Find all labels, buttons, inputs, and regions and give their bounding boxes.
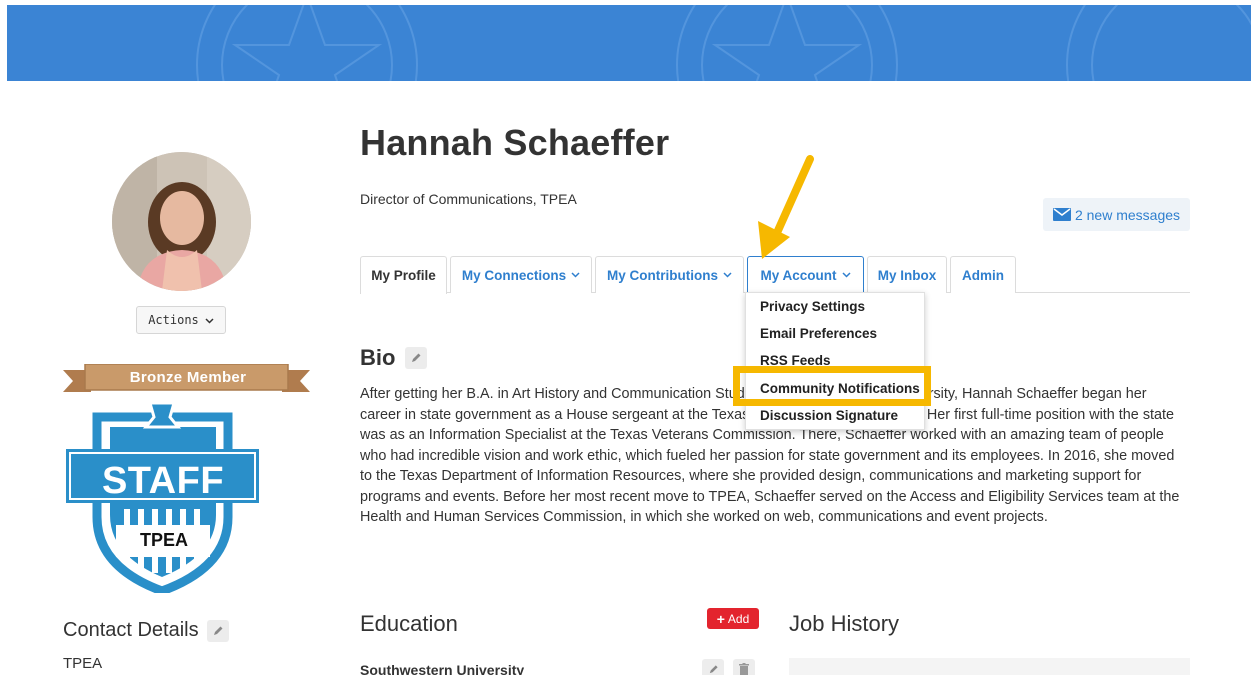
my-account-dropdown-menu: Privacy Settings Email Preferences RSS F… — [745, 292, 925, 430]
actions-dropdown-button[interactable]: Actions — [136, 306, 226, 334]
pencil-icon — [412, 353, 421, 362]
menu-item-community-notifications[interactable]: Community Notifications — [760, 381, 920, 396]
contact-details-heading: Contact Details — [63, 619, 229, 642]
menu-item-email-preferences[interactable]: Email Preferences — [760, 326, 877, 341]
bio-heading: Bio — [360, 345, 428, 371]
membership-badge-label: Bronze Member — [129, 369, 247, 386]
bio-heading-label: Bio — [360, 345, 396, 370]
tab-label: My Contributions — [607, 267, 718, 283]
badge-staff-text: STAFF — [101, 460, 225, 502]
profile-job-title: Director of Communications, TPEA — [360, 191, 577, 207]
job-history-panel — [789, 658, 1190, 675]
chevron-down-icon — [723, 272, 732, 278]
edit-contact-button[interactable] — [206, 619, 229, 642]
new-messages-label: 2 new messages — [1074, 206, 1181, 223]
menu-item-privacy-settings[interactable]: Privacy Settings — [760, 299, 865, 314]
tab-my-connections[interactable]: My Connections — [450, 256, 592, 293]
new-messages-link[interactable]: 2 new messages — [1043, 198, 1190, 231]
actions-label: Actions — [148, 313, 199, 327]
header-banner — [7, 5, 1251, 81]
envelope-icon — [1052, 208, 1071, 221]
delete-education-button[interactable] — [733, 659, 755, 675]
pencil-icon — [213, 626, 223, 635]
tab-label: My Connections — [461, 267, 567, 283]
tab-my-inbox[interactable]: My Inbox — [867, 256, 947, 293]
tab-my-account[interactable]: My Account — [747, 256, 864, 293]
education-school: Southwestern University — [360, 662, 525, 675]
pencil-icon — [709, 664, 718, 673]
menu-item-discussion-signature[interactable]: Discussion Signature — [760, 408, 898, 423]
chevron-down-icon — [205, 313, 214, 327]
trash-icon — [739, 663, 749, 675]
plus-icon: + — [716, 610, 725, 627]
edit-bio-button[interactable] — [405, 347, 428, 369]
tab-label: My Profile — [371, 268, 436, 283]
tab-label: My Inbox — [877, 267, 937, 283]
add-education-button[interactable]: + Add — [707, 608, 759, 629]
badge-org-text: TPEA — [139, 530, 188, 550]
arrow-annotation-icon — [758, 155, 814, 259]
chevron-down-icon — [571, 272, 580, 278]
edit-education-button[interactable] — [702, 659, 724, 675]
job-history-heading: Job History — [789, 611, 900, 636]
contact-organization: TPEA — [63, 655, 103, 672]
add-label: Add — [727, 611, 750, 626]
menu-item-rss-feeds[interactable]: RSS Feeds — [760, 353, 831, 368]
profile-name: Hannah Schaeffer — [360, 122, 670, 163]
profile-avatar — [112, 152, 251, 291]
contact-details-label: Contact Details — [63, 619, 199, 641]
tab-my-contributions[interactable]: My Contributions — [595, 256, 744, 293]
tab-label: My Account — [760, 267, 837, 283]
tab-label: Admin — [962, 267, 1004, 283]
tab-admin[interactable]: Admin — [950, 256, 1016, 293]
education-heading: Education — [360, 611, 458, 636]
tab-my-profile[interactable]: My Profile — [360, 256, 447, 294]
chevron-down-icon — [841, 272, 851, 278]
